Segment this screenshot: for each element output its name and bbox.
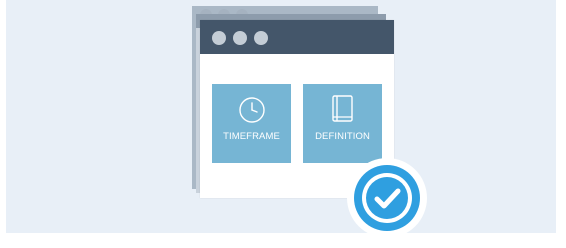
definition-tile[interactable]: DEFINITION [303,84,382,163]
tile-label: DEFINITION [315,131,370,142]
window-dot [254,31,268,45]
timeframe-tile[interactable]: TIMEFRAME [212,84,291,163]
book-icon [332,95,353,122]
window-titlebar [200,20,394,54]
clock-icon [239,97,265,123]
checkmark-badge [347,158,427,238]
tile-label: TIMEFRAME [223,131,280,142]
window-dot [233,31,247,45]
window-dot [212,31,226,45]
illustration-panel: TIMEFRAME DEFINITION [6,0,556,233]
